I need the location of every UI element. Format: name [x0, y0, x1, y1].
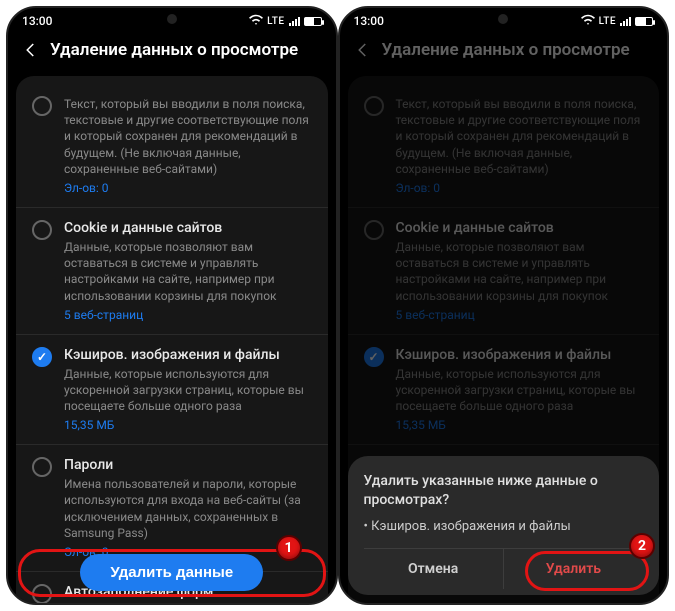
- camera-notch: [498, 14, 508, 24]
- battery-icon: [304, 17, 322, 26]
- list-item: Текст, который вы вводили в поля поиска,…: [348, 84, 660, 208]
- item-title: Кэширов. изображения и файлы: [64, 347, 312, 363]
- wifi-icon: [581, 14, 595, 28]
- list-item[interactable]: Cookie и данные сайтов Данные, которые п…: [16, 208, 328, 335]
- item-count: 15,35 МБ: [64, 418, 312, 432]
- options-list: Текст, который вы вводили в поля поиска,…: [16, 76, 328, 603]
- annotation-badge-1: 1: [276, 535, 302, 561]
- signal-icon: [620, 16, 631, 26]
- radio-checked: [364, 347, 384, 367]
- back-icon[interactable]: [354, 41, 372, 59]
- radio[interactable]: [32, 220, 52, 240]
- wifi-icon: [249, 14, 263, 28]
- radio[interactable]: [32, 457, 52, 477]
- item-desc: Данные, которые используются для ускорен…: [64, 366, 312, 415]
- clock: 13:00: [354, 14, 384, 28]
- delete-bar: Удалить данные: [24, 554, 320, 591]
- radio-checked[interactable]: [32, 347, 52, 367]
- lte-label: LTE: [267, 16, 284, 27]
- radio: [364, 96, 384, 116]
- radio: [364, 220, 384, 240]
- item-count: Эл-ов: 0: [64, 181, 312, 195]
- list-item: Cookie и данные сайтов Данные, которые п…: [348, 208, 660, 335]
- list-item[interactable]: Кэширов. изображения и файлы Данные, кот…: [16, 335, 328, 446]
- item-desc: Данные, которые позволяют вам оставаться…: [64, 239, 312, 304]
- radio[interactable]: [32, 96, 52, 116]
- lte-label: LTE: [599, 16, 616, 27]
- back-icon[interactable]: [22, 41, 40, 59]
- cancel-button[interactable]: Отмена: [364, 549, 504, 589]
- item-count: 5 веб-страниц: [64, 308, 312, 322]
- dialog-item: • Кэширов. изображения и файлы: [364, 519, 644, 534]
- page-title: Удаление данных о просмотре: [50, 40, 298, 60]
- item-title: Пароли: [64, 457, 312, 473]
- item-desc: Текст, который вы вводили в поля поиска,…: [64, 96, 312, 177]
- confirm-dialog: Удалить указанные ниже данные о просмотр…: [348, 456, 660, 595]
- confirm-button[interactable]: Удалить: [504, 549, 643, 589]
- dialog-title: Удалить указанные ниже данные о просмотр…: [364, 472, 644, 511]
- page-header: Удаление данных о просмотре: [8, 30, 336, 76]
- clock: 13:00: [22, 14, 52, 28]
- screenshot-left: 13:00 LTE Удаление данных о просмотре Те…: [6, 6, 338, 605]
- signal-icon: [289, 16, 300, 26]
- list-item[interactable]: Текст, который вы вводили в поля поиска,…: [16, 84, 328, 208]
- annotation-badge-2: 2: [629, 533, 655, 559]
- screenshot-right: 13:00 LTE Удаление данных о просмотре Те…: [338, 6, 670, 605]
- item-desc: Имена пользователей и пароли, которые ис…: [64, 476, 312, 541]
- list-item: Кэширов. изображения и файлы Данные, кот…: [348, 335, 660, 446]
- page-header: Удаление данных о просмотре: [340, 30, 668, 76]
- item-title: Cookie и данные сайтов: [64, 220, 312, 236]
- camera-notch: [167, 14, 177, 24]
- page-title: Удаление данных о просмотре: [382, 40, 630, 60]
- battery-icon: [635, 17, 653, 26]
- delete-button[interactable]: Удалить данные: [80, 554, 263, 591]
